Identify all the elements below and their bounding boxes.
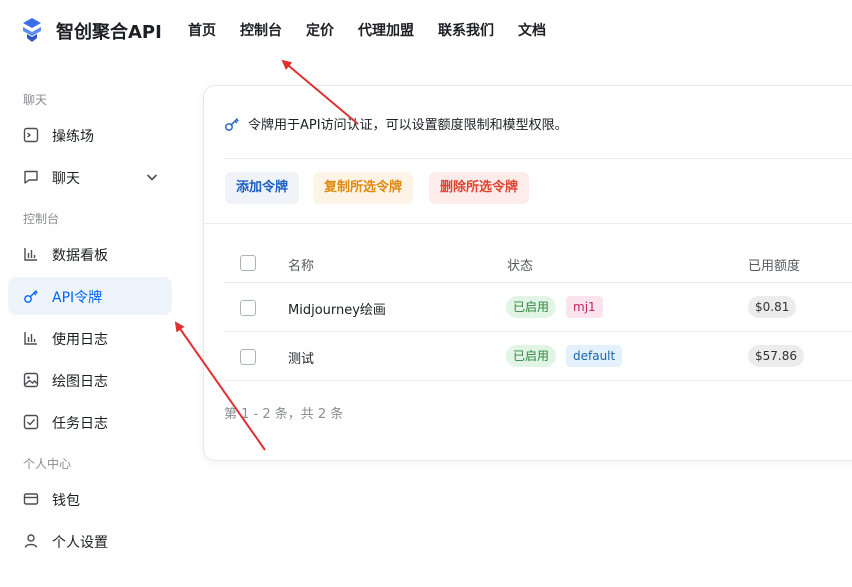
status-badge: 已启用 [506,345,557,367]
chat-icon [24,170,38,184]
brand-name[interactable]: 智创聚合API [56,18,162,44]
group-tag: mj1 [566,296,603,318]
nav-console[interactable]: 控制台 [240,20,282,40]
pagination-info: 第 1 - 2 条，共 2 条 [224,407,344,422]
header-name: 名称 [288,259,315,274]
sidebar-item-label: 个人设置 [52,535,108,551]
table-row[interactable]: Midjourney绘画 已启用 mj1 $0.81 [224,283,852,332]
header-used: 已用额度 [748,259,801,274]
nav-contact[interactable]: 联系我们 [438,20,494,40]
bar-chart-icon [24,332,37,345]
sidebar-item-label: 聊天 [52,171,80,187]
select-all-checkbox[interactable] [240,255,256,271]
description-text: 令牌用于API访问认证，可以设置额度限制和模型权限。 [248,118,568,133]
section-chat: 聊天 [23,93,48,107]
divider [204,223,852,224]
divider [224,158,852,159]
image-icon [23,372,39,388]
sidebar-item-label: 钱包 [52,493,80,509]
sidebar-item-playground[interactable]: 操练场 [8,116,172,154]
checkbox-icon [23,414,39,430]
used-quota-badge: $0.81 [748,296,797,318]
sidebar-item-wallet[interactable]: 钱包 [8,480,172,518]
description: 令牌用于API访问认证，可以设置额度限制和模型权限。 [224,114,568,133]
group-tag: default [566,345,623,367]
bar-chart-icon [24,248,37,261]
user-icon [24,534,38,548]
sidebar: 聊天 操练场 聊天 控制台 数据看板 API令牌 使用日志 绘图日志 任务日志 … [0,62,190,587]
top-nav: 首页 控制台 定价 代理加盟 联系我们 文档 [188,20,570,40]
sidebar-item-label: 使用日志 [52,332,108,348]
sidebar-item-api-tokens[interactable]: API令牌 [8,277,172,315]
header-status: 状态 [507,259,534,274]
sidebar-item-label: 数据看板 [52,248,108,264]
row-checkbox[interactable] [240,349,256,365]
add-token-button[interactable]: 添加令牌 [225,172,300,204]
token-card: 令牌用于API访问认证，可以设置额度限制和模型权限。 添加令牌 复制所选令牌 删… [203,85,852,461]
nav-pricing[interactable]: 定价 [306,20,334,40]
table-header: 名称 状态 已用额度 [224,243,852,283]
top-bar: 智创聚合API 首页 控制台 定价 代理加盟 联系我们 文档 [0,0,852,62]
status-badge: 已启用 [506,296,557,318]
sidebar-item-dashboard[interactable]: 数据看板 [8,235,172,273]
sidebar-item-drawing-log[interactable]: 绘图日志 [8,361,172,399]
token-name: Midjourney绘画 [288,303,386,318]
nav-docs[interactable]: 文档 [518,20,546,40]
sidebar-item-task-log[interactable]: 任务日志 [8,403,172,441]
nav-agent[interactable]: 代理加盟 [358,20,414,40]
key-icon [225,117,239,131]
sidebar-item-label: API令牌 [52,290,103,306]
sidebar-item-label: 任务日志 [52,416,108,432]
sidebar-item-label: 绘图日志 [52,374,108,390]
section-console: 控制台 [23,212,60,226]
row-checkbox[interactable] [240,300,256,316]
section-personal: 个人中心 [23,457,72,471]
logo-icon[interactable] [20,17,44,43]
used-quota-badge: $57.86 [748,345,804,367]
sidebar-item-label: 操练场 [52,129,94,145]
chevron-down-icon[interactable] [145,170,159,184]
wallet-icon [23,493,39,505]
table-row[interactable]: 测试 已启用 default $57.86 [224,332,852,381]
copy-selected-button[interactable]: 复制所选令牌 [313,172,414,204]
sidebar-item-chat[interactable]: 聊天 [8,158,172,196]
sidebar-item-usage-log[interactable]: 使用日志 [8,319,172,357]
key-icon [24,290,38,303]
nav-home[interactable]: 首页 [188,20,216,40]
token-name: 测试 [288,352,315,367]
sidebar-item-settings[interactable]: 个人设置 [8,522,172,560]
terminal-icon [23,127,39,143]
delete-selected-button[interactable]: 删除所选令牌 [429,172,530,204]
